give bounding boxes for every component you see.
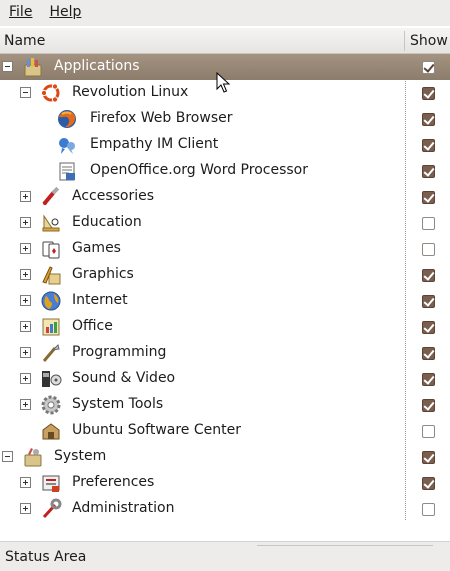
tree-row-label: System Tools	[72, 396, 164, 412]
tree-row[interactable]: Firefox Web Browser	[0, 106, 450, 132]
applications-icon	[24, 58, 42, 77]
tree-row[interactable]: Office	[0, 314, 450, 340]
expand-icon[interactable]	[20, 477, 31, 488]
show-checkbox[interactable]	[422, 503, 435, 516]
column-show-header[interactable]: Show	[410, 33, 448, 49]
show-checkbox[interactable]	[422, 243, 435, 256]
games-icon	[42, 241, 60, 259]
show-checkbox[interactable]	[422, 477, 435, 490]
show-checkbox[interactable]	[422, 373, 435, 386]
expand-icon[interactable]	[20, 269, 31, 280]
show-checkbox[interactable]	[422, 113, 435, 126]
menu-bar: File Help	[0, 0, 450, 26]
show-checkbox[interactable]	[422, 87, 435, 100]
tree-row-label: Preferences	[72, 474, 155, 490]
tree-row[interactable]: Ubuntu Software Center	[0, 418, 450, 444]
expand-icon[interactable]	[20, 503, 31, 514]
tree-row[interactable]: Graphics	[0, 262, 450, 288]
status-bar: Status Area	[0, 541, 450, 571]
show-checkbox[interactable]	[422, 425, 435, 438]
expand-icon[interactable]	[20, 191, 31, 202]
tree-column-header: Name Show	[0, 28, 450, 54]
status-text: Status Area	[5, 549, 87, 565]
system-icon	[24, 448, 42, 467]
menu-help[interactable]: Help	[40, 0, 89, 26]
show-checkbox[interactable]	[422, 217, 435, 230]
tree-row-label: Graphics	[72, 266, 134, 282]
programming-icon	[42, 344, 60, 362]
tree-row[interactable]: Sound & Video	[0, 366, 450, 392]
tree-row[interactable]: System Tools	[0, 392, 450, 418]
tree-row[interactable]: Education	[0, 210, 450, 236]
column-name-header[interactable]: Name	[4, 33, 45, 49]
tree-row-label: Sound & Video	[72, 370, 176, 386]
tree-row[interactable]: System	[0, 444, 450, 470]
show-checkbox[interactable]	[422, 191, 435, 204]
graphics-icon	[42, 266, 61, 285]
menu-file[interactable]: File	[0, 0, 40, 26]
expand-icon[interactable]	[20, 373, 31, 384]
education-icon	[42, 214, 60, 232]
tree-row[interactable]: Administration	[0, 496, 450, 522]
sound-video-icon	[42, 371, 62, 387]
expand-icon[interactable]	[20, 321, 31, 332]
expand-icon[interactable]	[20, 347, 31, 358]
accessories-icon	[42, 186, 60, 206]
show-checkbox[interactable]	[422, 139, 435, 152]
tree-row[interactable]: Internet	[0, 288, 450, 314]
show-checkbox[interactable]	[422, 321, 435, 334]
show-checkbox[interactable]	[422, 451, 435, 464]
show-checkbox[interactable]	[422, 61, 435, 74]
collapse-icon[interactable]	[2, 451, 13, 462]
tree-row-label: Firefox Web Browser	[90, 110, 233, 126]
tree-row-label: Ubuntu Software Center	[72, 422, 241, 438]
column-separator	[404, 31, 405, 51]
tree-row-label: Education	[72, 214, 142, 230]
firefox-icon	[58, 110, 76, 128]
tree-row-label: Office	[72, 318, 113, 334]
tree-row-label: Empathy IM Client	[90, 136, 219, 152]
preferences-icon	[42, 475, 60, 492]
show-checkbox[interactable]	[422, 399, 435, 412]
tree-row-label: Games	[72, 240, 121, 256]
tree-row[interactable]: Games	[0, 236, 450, 262]
tree-row-label: Internet	[72, 292, 128, 308]
tree-row[interactable]: Empathy IM Client	[0, 132, 450, 158]
collapse-icon[interactable]	[20, 87, 31, 98]
tree-row-label: Administration	[72, 500, 175, 516]
software-center-icon	[42, 423, 60, 440]
tree-row[interactable]: Accessories	[0, 184, 450, 210]
show-checkbox[interactable]	[422, 269, 435, 282]
office-icon	[42, 318, 60, 336]
collapse-icon[interactable]	[2, 61, 13, 72]
tree-row-label: Accessories	[72, 188, 155, 204]
tree-row-label: Programming	[72, 344, 167, 360]
show-checkbox[interactable]	[422, 347, 435, 360]
tree-row-label: Applications	[54, 58, 140, 74]
status-divider	[257, 545, 433, 546]
system-tools-icon	[41, 395, 61, 415]
expand-icon[interactable]	[20, 243, 31, 254]
administration-icon	[42, 498, 62, 519]
expand-icon[interactable]	[20, 295, 31, 306]
tree-row-label: Revolution Linux	[72, 84, 189, 100]
show-checkbox[interactable]	[422, 165, 435, 178]
writer-icon	[59, 162, 75, 181]
menu-tree: Applications Revolution Linux Firefox Web …	[0, 54, 450, 538]
ubuntu-logo-icon	[40, 83, 60, 103]
empathy-icon	[59, 138, 75, 154]
tree-row[interactable]: OpenOffice.org Word Processor	[0, 158, 450, 184]
expand-icon[interactable]	[20, 217, 31, 228]
tree-row-label: OpenOffice.org Word Processor	[90, 162, 308, 178]
expand-icon[interactable]	[20, 399, 31, 410]
mouse-cursor-icon	[216, 72, 231, 93]
tree-row[interactable]: Preferences	[0, 470, 450, 496]
tree-row-label: System	[54, 448, 107, 464]
internet-globe-icon	[41, 291, 61, 311]
tree-row[interactable]: Programming	[0, 340, 450, 366]
show-checkbox[interactable]	[422, 295, 435, 308]
